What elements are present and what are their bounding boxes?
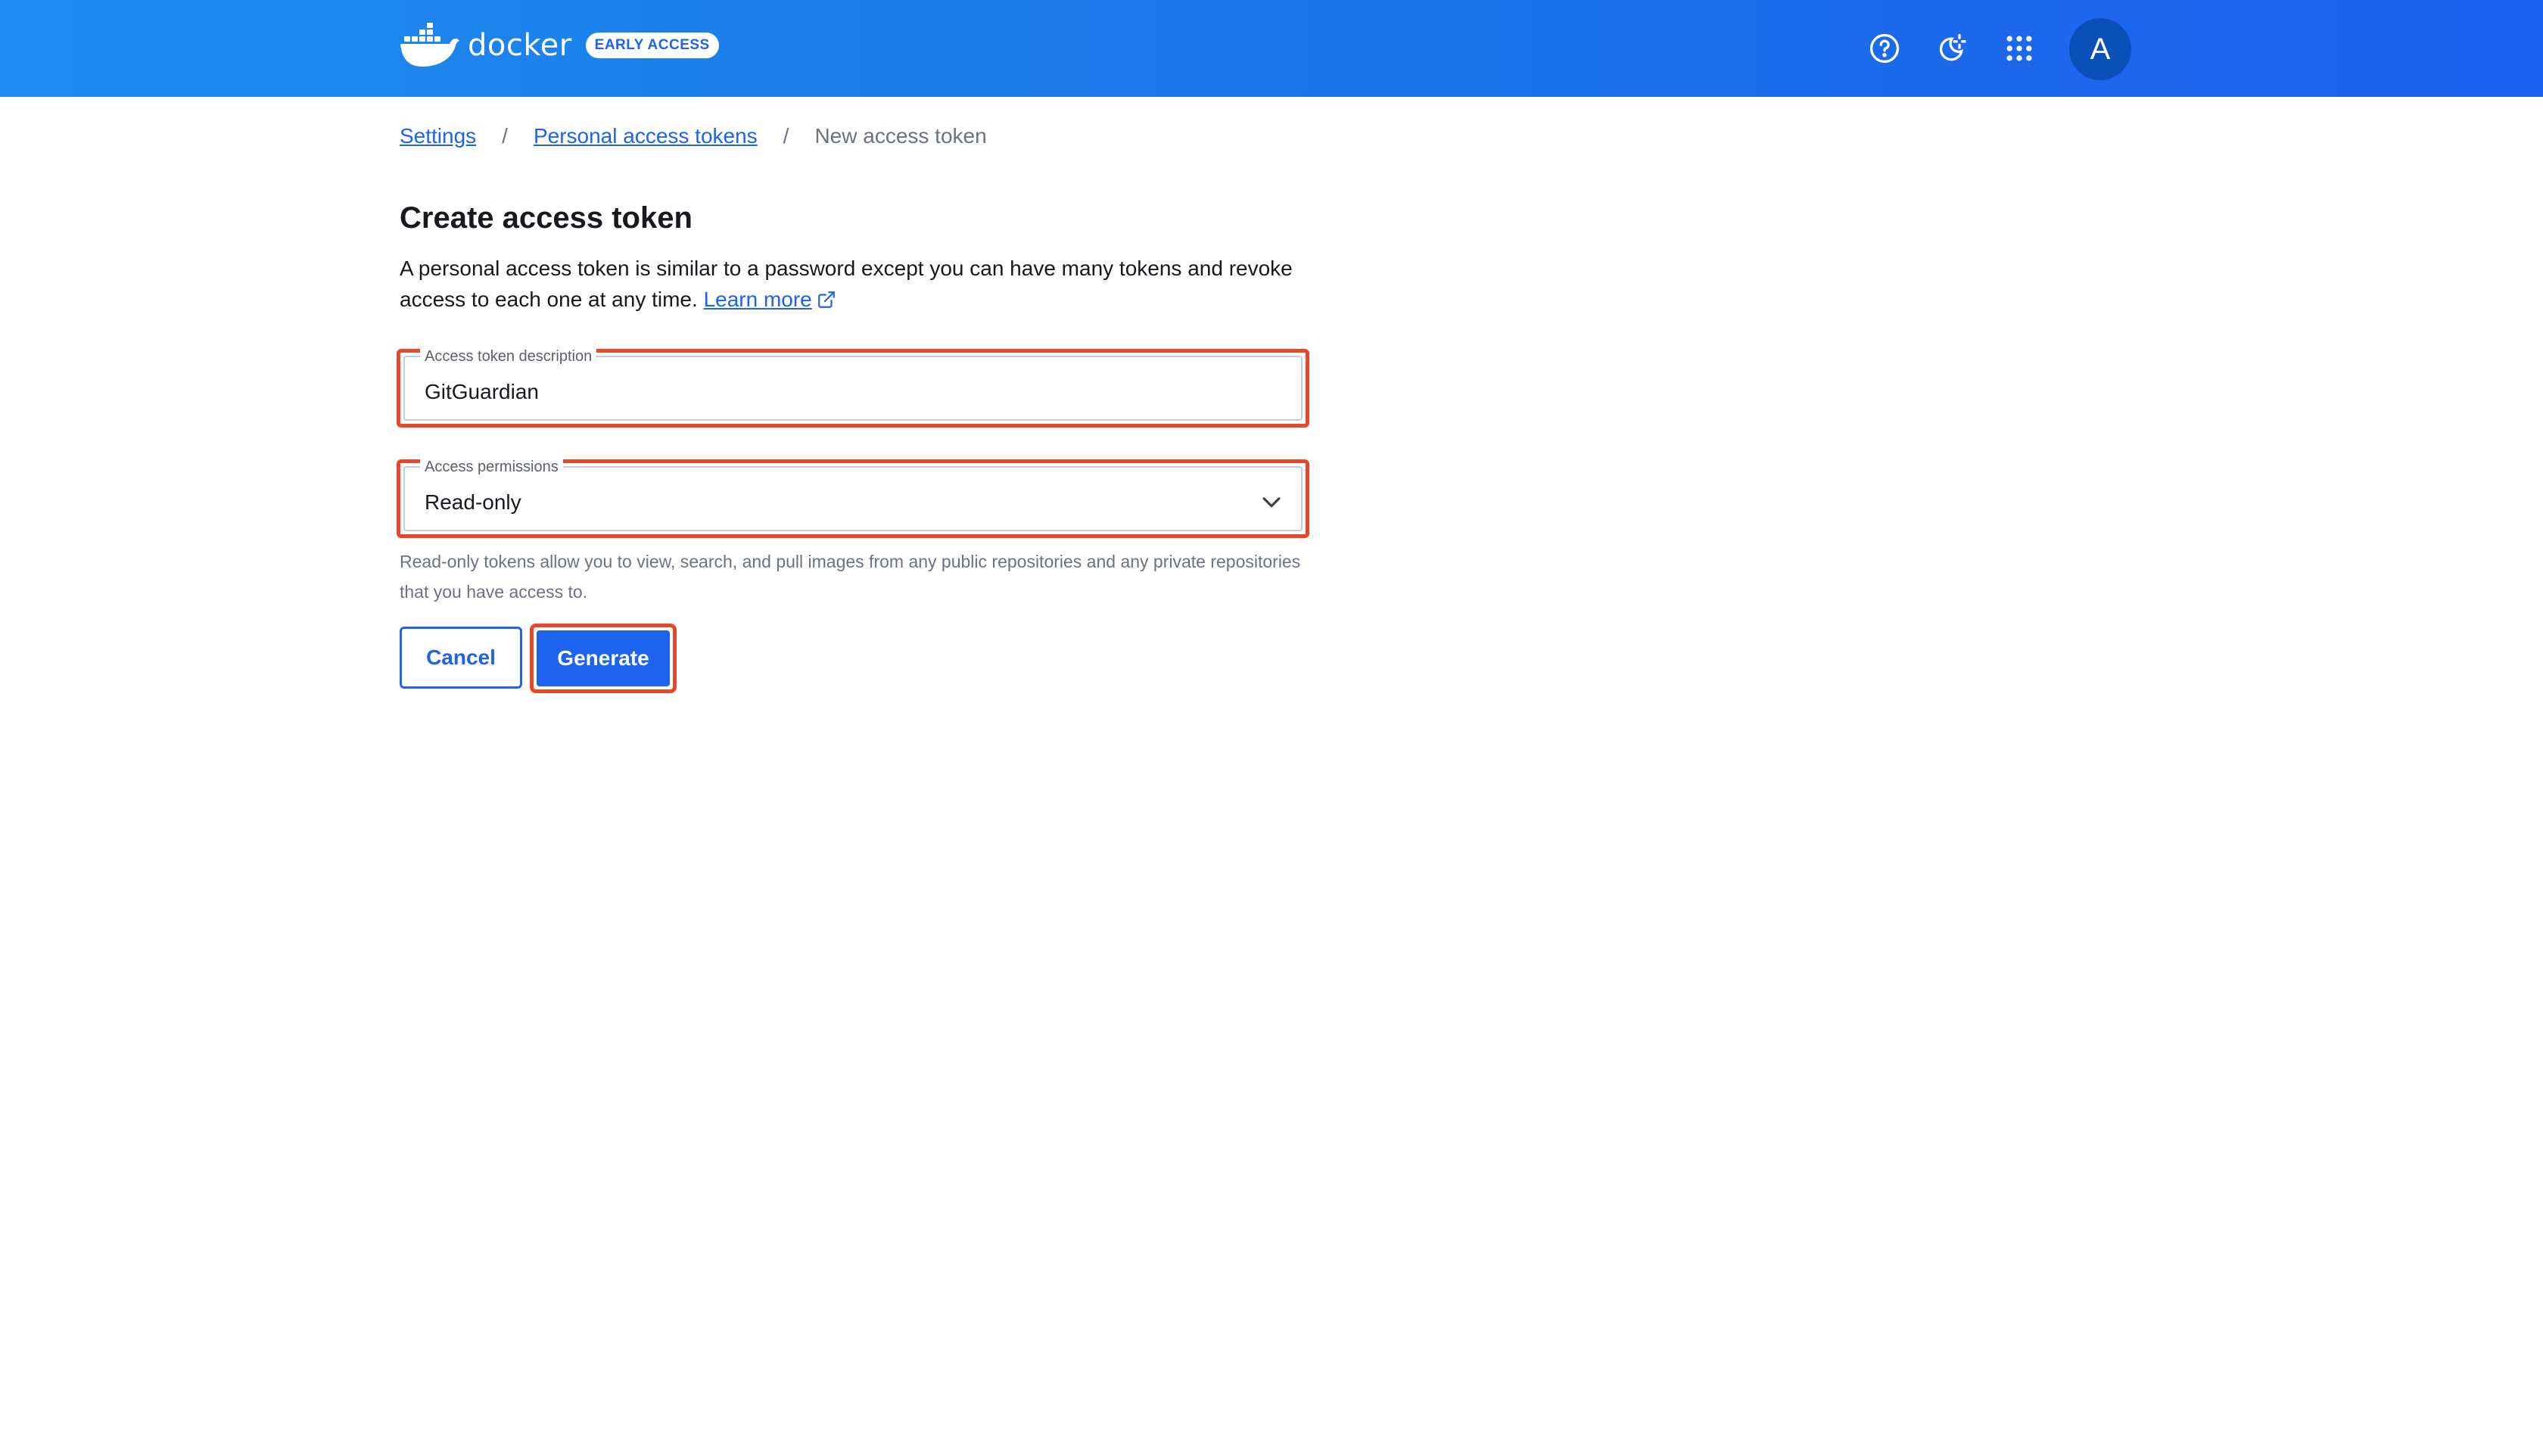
apps-grid-icon[interactable] [2001, 30, 2037, 67]
early-access-badge: EARLY ACCESS [585, 33, 719, 58]
permissions-selected-value: Read-only [425, 490, 521, 514]
top-navigation-bar: docker EARLY ACCESS A [0, 0, 2543, 97]
external-link-icon [817, 291, 835, 308]
access-permissions-select[interactable]: Access permissions Read-only [403, 459, 1303, 531]
help-icon[interactable] [1866, 30, 1903, 67]
breadcrumb-separator: / [783, 124, 789, 148]
user-avatar[interactable]: A [2069, 18, 2131, 80]
permissions-field-label: Access permissions [420, 459, 563, 475]
breadcrumb-separator: / [502, 124, 508, 148]
description-field-label: Access token description [420, 348, 597, 365]
brand-wordmark: docker [468, 28, 572, 63]
breadcrumb-current-page: New access token [814, 124, 987, 148]
breadcrumb-settings-link[interactable]: Settings [400, 124, 476, 148]
docker-logo[interactable]: docker EARLY ACCESS [400, 21, 719, 70]
description-field-highlight: Access token description [397, 348, 1309, 428]
cancel-button[interactable]: Cancel [400, 627, 522, 689]
intro-text: A personal access token is similar to a … [400, 257, 1293, 311]
permissions-helper-text: Read-only tokens allow you to view, sear… [400, 552, 1301, 602]
description-input[interactable] [425, 380, 1257, 404]
breadcrumb-personal-access-tokens-link[interactable]: Personal access tokens [534, 124, 758, 148]
access-token-description-field[interactable]: Access token description [403, 348, 1303, 421]
permissions-field-highlight: Access permissions Read-only [397, 459, 1309, 538]
generate-button-highlight: Generate [530, 624, 677, 693]
chevron-down-icon[interactable] [1259, 489, 1284, 515]
learn-more-label: Learn more [703, 288, 812, 311]
generate-button[interactable]: Generate [537, 630, 670, 686]
page-title: Create access token [400, 201, 693, 235]
docker-whale-icon [400, 23, 459, 67]
breadcrumb: Settings / Personal access tokens / New … [400, 121, 987, 151]
intro-paragraph: A personal access token is similar to a … [400, 253, 1308, 315]
theme-toggle-icon[interactable] [1933, 30, 1969, 67]
learn-more-link[interactable]: Learn more [704, 288, 836, 311]
